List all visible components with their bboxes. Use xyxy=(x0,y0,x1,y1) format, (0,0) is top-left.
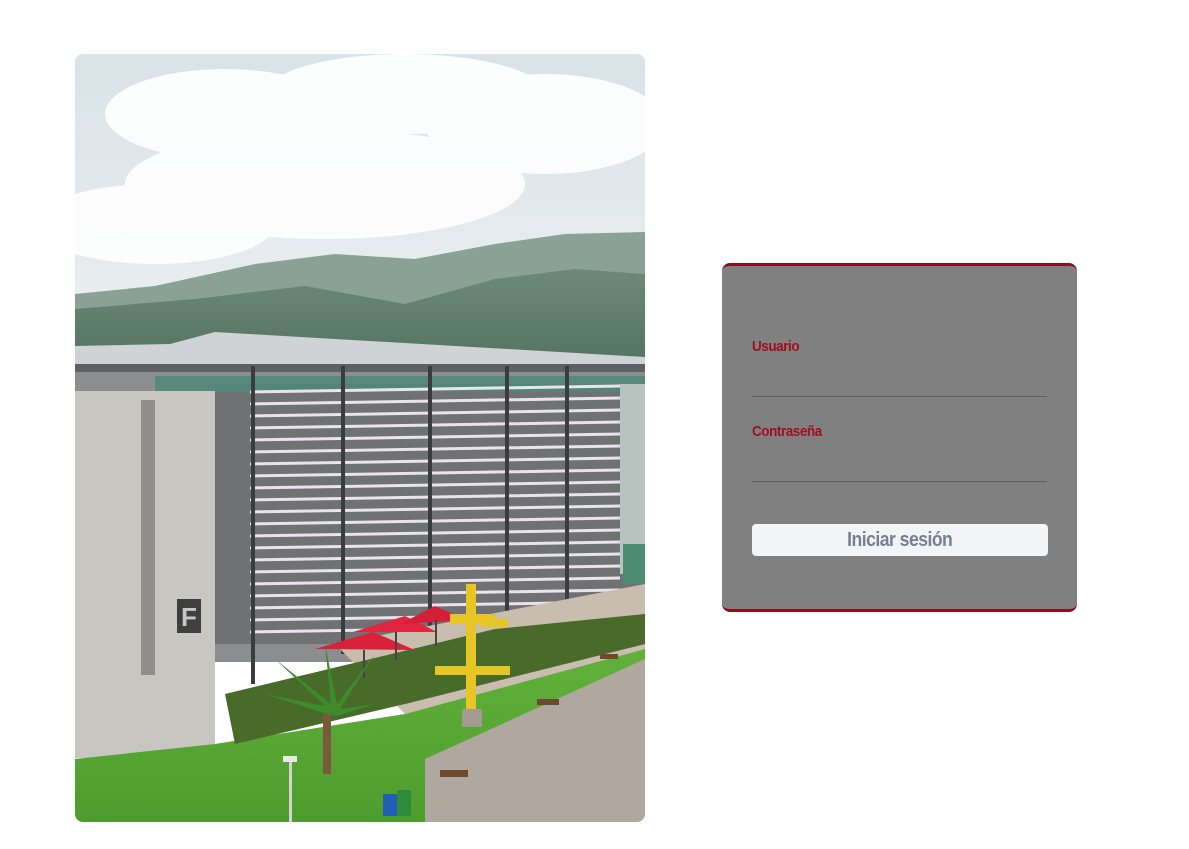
recycle-bin-blue xyxy=(383,794,397,816)
login-button[interactable]: Iniciar sesión xyxy=(752,524,1048,556)
username-label: Usuario xyxy=(752,338,800,355)
password-label: Contraseña xyxy=(752,423,822,440)
password-input[interactable] xyxy=(752,446,1047,482)
building-sign-letter: F xyxy=(181,602,197,632)
lamp-post xyxy=(289,759,292,822)
campus-illustration: F xyxy=(75,54,645,822)
login-button-label: Iniciar sesión xyxy=(847,528,953,551)
login-form: Usuario Contraseña Iniciar sesión xyxy=(722,263,1077,612)
login-page: F Usuario Contraseña Iniciar sesión xyxy=(0,0,1189,849)
password-field: Contraseña xyxy=(752,422,1047,482)
recycle-bin-green xyxy=(397,790,411,816)
username-input[interactable] xyxy=(752,361,1047,397)
username-field: Usuario xyxy=(752,337,1047,397)
campus-photo: F xyxy=(75,54,645,822)
